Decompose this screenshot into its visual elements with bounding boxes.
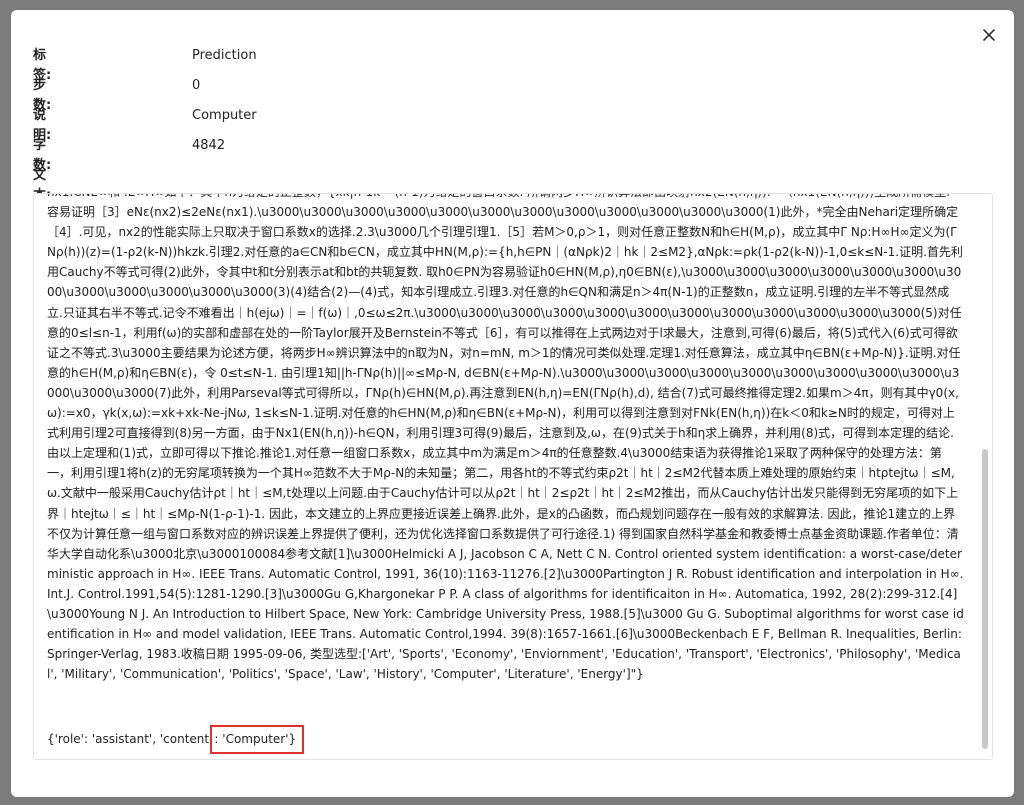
close-button[interactable] — [978, 24, 1000, 46]
response-prefix: {'role': 'assistant', 'content' — [47, 732, 213, 746]
assistant-response: {'role': 'assistant', 'content': 'Comput… — [47, 725, 305, 754]
body-text: hx1.CNE∞和 .E∞H∞如下：其中n为给定的正整数，{xk|n-1k=-(… — [47, 194, 964, 682]
highlighted-answer: : 'Computer'} — [210, 725, 305, 754]
step-value: 0 — [192, 78, 201, 93]
desc-value: Computer — [192, 108, 257, 123]
vertical-scrollbar[interactable] — [982, 449, 988, 749]
close-icon — [983, 29, 995, 41]
tag-value: Prediction — [192, 48, 257, 63]
dialog: 标签: Prediction 步数: 0 说明: Computer 字数: 48… — [11, 10, 1014, 797]
chars-value: 4842 — [192, 138, 226, 153]
text-panel[interactable]: hx1.CNE∞和 .E∞H∞如下：其中n为给定的正整数，{xk|n-1k=-(… — [33, 193, 993, 760]
text-scroll-area: hx1.CNE∞和 .E∞H∞如下：其中n为给定的正整数，{xk|n-1k=-(… — [47, 194, 964, 759]
